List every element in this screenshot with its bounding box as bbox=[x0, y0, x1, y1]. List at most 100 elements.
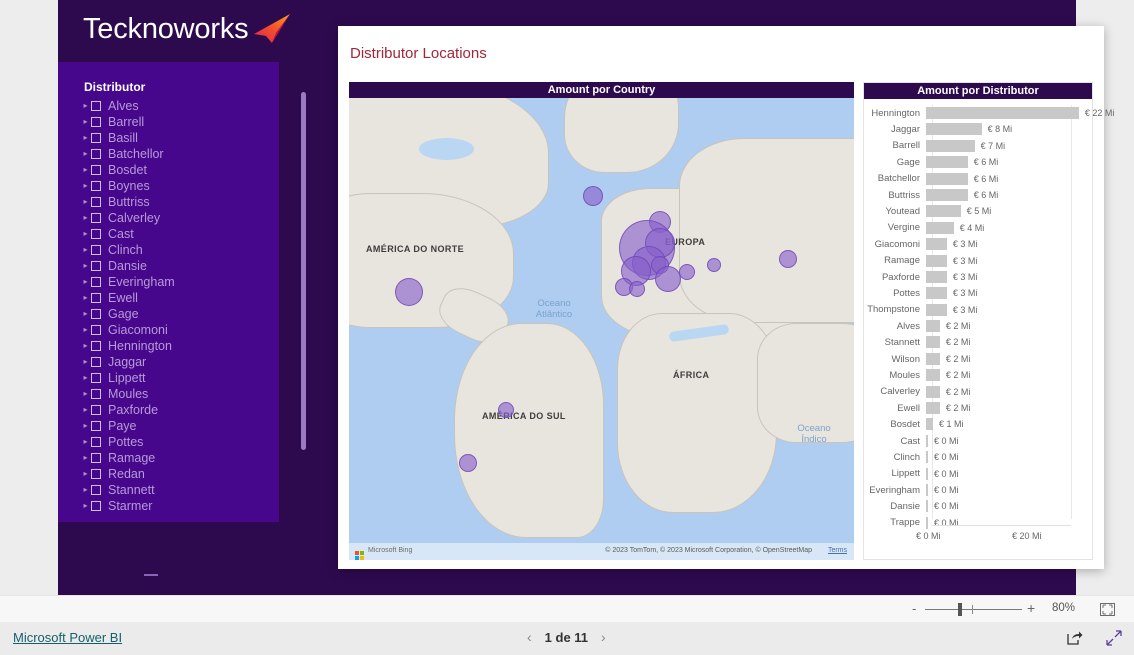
slicer-item[interactable]: ▸ Bosdet bbox=[80, 162, 260, 178]
power-bi-link[interactable]: Microsoft Power BI bbox=[13, 630, 122, 645]
bar-fill[interactable] bbox=[926, 451, 928, 464]
map-bubble[interactable] bbox=[459, 454, 477, 472]
chevron-right-icon[interactable]: ▸ bbox=[80, 370, 91, 386]
bar-fill[interactable] bbox=[926, 238, 947, 251]
chevron-right-icon[interactable]: ▸ bbox=[80, 338, 91, 354]
bar-row[interactable]: Barrell € 7 Mi bbox=[864, 138, 1092, 154]
chevron-right-icon[interactable]: ▸ bbox=[80, 114, 91, 130]
bar-fill[interactable] bbox=[926, 107, 1079, 119]
slicer-checkbox[interactable] bbox=[91, 405, 101, 415]
chevron-right-icon[interactable]: ▸ bbox=[80, 354, 91, 370]
chevron-right-icon[interactable]: ▸ bbox=[80, 434, 91, 450]
slicer-checkbox[interactable] bbox=[91, 325, 101, 335]
bar-fill[interactable] bbox=[926, 287, 947, 300]
chevron-right-icon[interactable]: ▸ bbox=[80, 450, 91, 466]
chevron-right-icon[interactable]: ▸ bbox=[80, 306, 91, 322]
chevron-right-icon[interactable]: ▸ bbox=[80, 130, 91, 146]
bar-fill[interactable] bbox=[926, 123, 982, 136]
bar-row[interactable]: Trappe € 0 Mi bbox=[864, 515, 1092, 531]
slicer-item[interactable]: ▸ Buttriss bbox=[80, 194, 260, 210]
slicer-item[interactable]: ▸ Stannett bbox=[80, 482, 260, 498]
map-bubble[interactable] bbox=[679, 264, 695, 280]
slicer-checkbox[interactable] bbox=[91, 133, 101, 143]
bar-fill[interactable] bbox=[926, 172, 968, 185]
slicer-item[interactable]: ▸ Ramage bbox=[80, 450, 260, 466]
chevron-right-icon[interactable]: ▸ bbox=[80, 418, 91, 434]
slicer-checkbox[interactable] bbox=[91, 485, 101, 495]
bar-row[interactable]: Wilson € 2 Mi bbox=[864, 351, 1092, 367]
slicer-item[interactable]: ▸ Hennington bbox=[80, 338, 260, 354]
chevron-right-icon[interactable]: ▸ bbox=[80, 290, 91, 306]
bar-row[interactable]: Alves € 2 Mi bbox=[864, 318, 1092, 334]
bar-row[interactable]: Pottes € 3 Mi bbox=[864, 285, 1092, 301]
chevron-left-icon[interactable]: ‹ bbox=[527, 628, 532, 646]
slicer-checkbox[interactable] bbox=[91, 373, 101, 383]
slicer-item[interactable]: ▸ Paxforde bbox=[80, 402, 260, 418]
bar-fill[interactable] bbox=[926, 188, 968, 201]
slicer-item[interactable]: ▸ Lippett bbox=[80, 370, 260, 386]
slicer-checkbox[interactable] bbox=[91, 357, 101, 367]
bar-row[interactable]: Cast € 0 Mi bbox=[864, 433, 1092, 449]
slicer-item[interactable]: ▸ Gage bbox=[80, 306, 260, 322]
bar-row[interactable]: Stannett € 2 Mi bbox=[864, 334, 1092, 350]
slicer-item[interactable]: ▸ Alves bbox=[80, 98, 260, 114]
slicer-checkbox[interactable] bbox=[91, 293, 101, 303]
bar-row[interactable]: Batchellor € 6 Mi bbox=[864, 171, 1092, 187]
bar-fill[interactable] bbox=[926, 336, 940, 349]
chevron-right-icon[interactable]: ▸ bbox=[80, 482, 91, 498]
bar-fill[interactable] bbox=[926, 156, 968, 169]
zoom-out-button[interactable]: - bbox=[912, 602, 916, 615]
bar-row[interactable]: Ramage € 3 Mi bbox=[864, 253, 1092, 269]
bar-fill[interactable] bbox=[926, 369, 940, 382]
chevron-right-icon[interactable]: ▸ bbox=[80, 146, 91, 162]
slicer-item[interactable]: ▸ Paye bbox=[80, 418, 260, 434]
chevron-right-icon[interactable]: ▸ bbox=[80, 242, 91, 258]
bar-row[interactable]: Youtead € 5 Mi bbox=[864, 203, 1092, 219]
bar-row[interactable]: Gage € 6 Mi bbox=[864, 154, 1092, 170]
bar-row[interactable]: Moules € 2 Mi bbox=[864, 367, 1092, 383]
slicer-checkbox[interactable] bbox=[91, 469, 101, 479]
slicer-checkbox[interactable] bbox=[91, 229, 101, 239]
chevron-right-icon[interactable]: ▸ bbox=[80, 258, 91, 274]
map-bubble[interactable] bbox=[655, 266, 681, 292]
zoom-slider-thumb[interactable] bbox=[958, 603, 962, 616]
slicer-item-list[interactable]: ▸ Alves ▸ Barrell ▸ Basill ▸ Batchellor ▸ Bosdet ▸… bbox=[80, 98, 260, 518]
slicer-checkbox[interactable] bbox=[91, 181, 101, 191]
bar-fill[interactable] bbox=[926, 139, 975, 152]
bar-row[interactable]: Lippett € 0 Mi bbox=[864, 466, 1092, 482]
slicer-item[interactable]: ▸ Dansie bbox=[80, 258, 260, 274]
slicer-checkbox[interactable] bbox=[91, 213, 101, 223]
slicer-item[interactable]: ▸ Giacomoni bbox=[80, 322, 260, 338]
share-icon[interactable] bbox=[1066, 630, 1083, 646]
bar-row[interactable]: Ewell € 2 Mi bbox=[864, 400, 1092, 416]
bar-row[interactable]: Thompstone € 3 Mi bbox=[864, 302, 1092, 318]
chevron-right-icon[interactable]: ▸ bbox=[80, 226, 91, 242]
chevron-right-icon[interactable]: ▸ bbox=[80, 98, 91, 114]
slicer-checkbox[interactable] bbox=[91, 437, 101, 447]
slicer-checkbox[interactable] bbox=[91, 277, 101, 287]
bar-row[interactable]: Jaggar € 8 Mi bbox=[864, 121, 1092, 137]
fit-to-screen-icon[interactable] bbox=[1100, 603, 1115, 616]
slicer-checkbox[interactable] bbox=[91, 309, 101, 319]
zoom-slider-track[interactable] bbox=[925, 609, 1022, 610]
chevron-right-icon[interactable]: ▸ bbox=[80, 322, 91, 338]
map-canvas[interactable]: AMÉRICA DO NORTE EUROPA ÁFRICA AMÉRICA D… bbox=[349, 98, 854, 560]
slicer-checkbox[interactable] bbox=[91, 101, 101, 111]
map-bubble[interactable] bbox=[779, 250, 797, 268]
bar-fill[interactable] bbox=[926, 516, 928, 529]
bar-row[interactable]: Everingham € 0 Mi bbox=[864, 482, 1092, 498]
map-bubble[interactable] bbox=[629, 281, 645, 297]
slicer-checkbox[interactable] bbox=[91, 149, 101, 159]
map-terms-link[interactable]: Terms bbox=[828, 547, 847, 554]
bar-fill[interactable] bbox=[926, 221, 954, 234]
bar-fill[interactable] bbox=[926, 205, 961, 218]
slicer-checkbox[interactable] bbox=[91, 117, 101, 127]
map-bubble[interactable] bbox=[498, 402, 514, 418]
slicer-item[interactable]: ▸ Everingham bbox=[80, 274, 260, 290]
bar-fill[interactable] bbox=[926, 483, 928, 496]
bar-row[interactable]: Vergine € 4 Mi bbox=[864, 220, 1092, 236]
slicer-checkbox[interactable] bbox=[91, 341, 101, 351]
map-bubble[interactable] bbox=[707, 258, 721, 272]
chevron-right-icon[interactable]: ▸ bbox=[80, 498, 91, 514]
map-bubble[interactable] bbox=[395, 278, 423, 306]
